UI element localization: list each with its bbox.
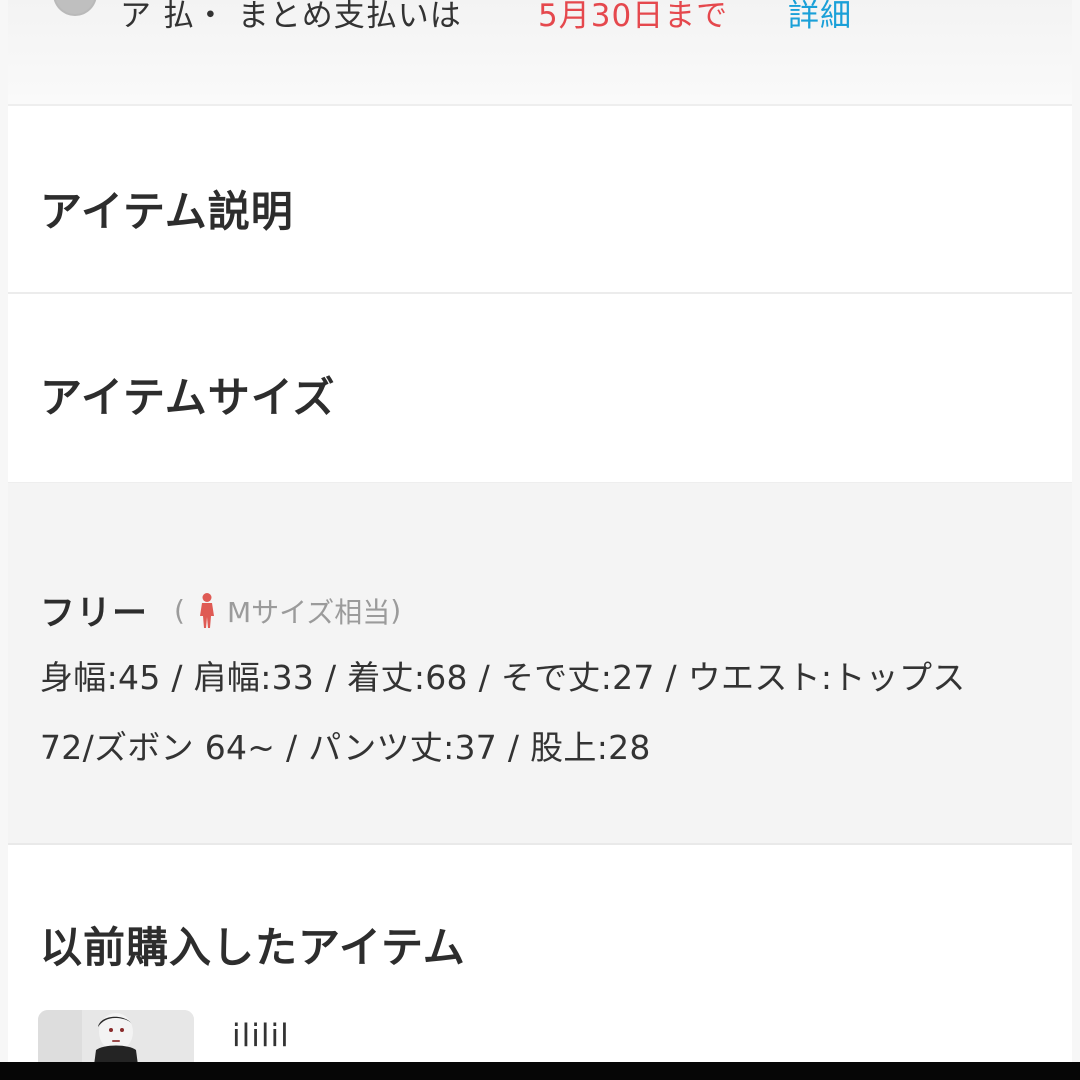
page-frame: ア 払・ まとめ支払いは 5月30日まで 詳細 アイテム説明 アイテムサイズ フ…	[8, 0, 1072, 1080]
paren-open: (	[174, 594, 185, 627]
notice-link[interactable]: 詳細	[788, 0, 852, 35]
item-size-title: アイテムサイズ	[40, 373, 336, 422]
previous-items-title: 以前購入したアイテム	[40, 923, 466, 972]
size-row: フリー ( Mサイズ相当 )	[40, 585, 401, 636]
size-equivalent: Mサイズ相当	[226, 595, 391, 629]
notice-highlight: 5月30日まで	[538, 0, 729, 34]
person-icon	[195, 592, 219, 630]
measurements-line-2: 72/ズボン 64~ / パンツ丈:37 / 股上:28	[40, 728, 651, 767]
description-divider	[8, 292, 1072, 294]
measurements-line-1: 身幅:45 / 肩幅:33 / 着丈:68 / そで丈:27 / ウエスト:トッ…	[40, 658, 966, 697]
top-notice-strip: ア 払・ まとめ支払いは 5月30日まで 詳細	[8, 0, 1072, 106]
bottom-bar	[0, 1062, 1080, 1080]
notice-text: ア 払・ まとめ支払いは	[120, 0, 462, 34]
paren-close: )	[390, 594, 402, 627]
item-description-title: アイテム説明	[40, 187, 294, 236]
size-label: フリー	[40, 594, 149, 634]
notice-icon	[53, 0, 97, 16]
previous-item-name[interactable]: ililil	[232, 1018, 290, 1054]
item-size-panel: フリー ( Mサイズ相当 ) 身幅:45 / 肩幅:33 / 着丈:68 / そ…	[8, 482, 1072, 845]
